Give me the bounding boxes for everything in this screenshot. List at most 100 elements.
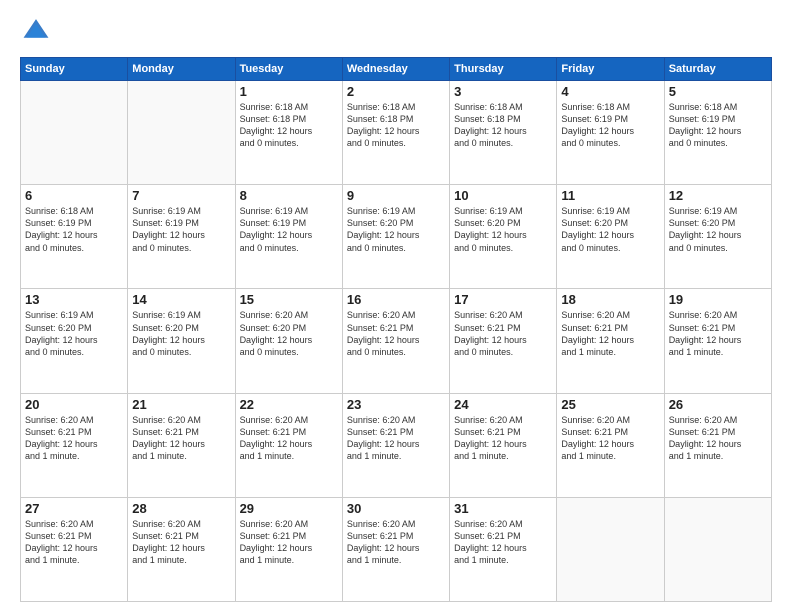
table-row [664,497,771,601]
day-info: Sunrise: 6:20 AM Sunset: 6:21 PM Dayligh… [25,518,123,567]
table-row: 29Sunrise: 6:20 AM Sunset: 6:21 PM Dayli… [235,497,342,601]
day-info: Sunrise: 6:18 AM Sunset: 6:19 PM Dayligh… [561,101,659,150]
day-number: 1 [240,84,338,99]
day-info: Sunrise: 6:18 AM Sunset: 6:19 PM Dayligh… [669,101,767,150]
day-info: Sunrise: 6:18 AM Sunset: 6:18 PM Dayligh… [347,101,445,150]
day-header-friday: Friday [557,58,664,81]
day-info: Sunrise: 6:20 AM Sunset: 6:21 PM Dayligh… [25,414,123,463]
day-info: Sunrise: 6:19 AM Sunset: 6:20 PM Dayligh… [561,205,659,254]
day-info: Sunrise: 6:20 AM Sunset: 6:21 PM Dayligh… [347,518,445,567]
day-number: 3 [454,84,552,99]
table-row [21,81,128,185]
day-number: 31 [454,501,552,516]
table-row: 18 Sunrise: 6:20 AM Sunset: 6:21 PM Dayli… [557,289,664,393]
day-info: Sunrise: 6:18 AM Sunset: 6:18 PM Dayligh… [240,101,338,150]
day-info: Sunrise: 6:20 AM Sunset: 6:21 PM Dayligh… [454,309,552,358]
day-info: Sunrise: 6:20 AM Sunset: 6:21 PM Dayligh… [454,518,552,567]
table-row: 6 Sunrise: 6:18 AM Sunset: 6:19 PM Daylig… [21,185,128,289]
day-header-wednesday: Wednesday [342,58,449,81]
day-number: 16 [347,292,445,307]
table-row: 26 Sunrise: 6:20 AM Sunset: 6:21 PM Dayli… [664,393,771,497]
table-row: 3 Sunrise: 6:18 AM Sunset: 6:18 PM Daylig… [450,81,557,185]
calendar-week-row: 27 Sunrise: 6:20 AM Sunset: 6:21 PM Dayli… [21,497,772,601]
table-row: 12 Sunrise: 6:19 AM Sunset: 6:20 PM Dayli… [664,185,771,289]
day-number: 28 [132,501,230,516]
day-info: Sunrise: 6:19 AM Sunset: 6:20 PM Dayligh… [25,309,123,358]
day-number: 7 [132,188,230,203]
header [20,16,772,49]
day-number: 10 [454,188,552,203]
calendar-table: SundayMondayTuesdayWednesdayThursdayFrid… [20,57,772,602]
table-row: 9 Sunrise: 6:19 AM Sunset: 6:20 PM Daylig… [342,185,449,289]
day-number: 8 [240,188,338,203]
day-number: 23 [347,397,445,412]
day-info: Sunrise: 6:20 AM Sunset: 6:21 PM Dayligh… [561,309,659,358]
table-row: 20 Sunrise: 6:20 AM Sunset: 6:21 PM Dayli… [21,393,128,497]
table-row: 22Sunrise: 6:20 AM Sunset: 6:21 PM Dayli… [235,393,342,497]
day-number: 22 [240,397,338,412]
table-row: 19Sunrise: 6:20 AM Sunset: 6:21 PM Dayli… [664,289,771,393]
day-info: Sunrise: 6:20 AM Sunset: 6:21 PM Dayligh… [132,518,230,567]
day-number: 24 [454,397,552,412]
table-row: 11 Sunrise: 6:19 AM Sunset: 6:20 PM Dayli… [557,185,664,289]
day-number: 15 [240,292,338,307]
day-number: 25 [561,397,659,412]
table-row: 10 Sunrise: 6:19 AM Sunset: 6:20 PM Dayli… [450,185,557,289]
day-header-saturday: Saturday [664,58,771,81]
day-info: Sunrise: 6:20 AM Sunset: 6:21 PM Dayligh… [669,414,767,463]
page: SundayMondayTuesdayWednesdayThursdayFrid… [0,0,792,612]
day-info: Sunrise: 6:19 AM Sunset: 6:19 PM Dayligh… [240,205,338,254]
day-number: 6 [25,188,123,203]
day-info: Sunrise: 6:20 AM Sunset: 6:21 PM Dayligh… [347,414,445,463]
day-info: Sunrise: 6:19 AM Sunset: 6:20 PM Dayligh… [454,205,552,254]
day-info: Sunrise: 6:20 AM Sunset: 6:21 PM Dayligh… [561,414,659,463]
table-row: 27 Sunrise: 6:20 AM Sunset: 6:21 PM Dayli… [21,497,128,601]
day-number: 9 [347,188,445,203]
table-row: 2Sunrise: 6:18 AM Sunset: 6:18 PM Daylig… [342,81,449,185]
day-number: 29 [240,501,338,516]
day-number: 27 [25,501,123,516]
table-row: 8 Sunrise: 6:19 AM Sunset: 6:19 PM Daylig… [235,185,342,289]
calendar-header-row: SundayMondayTuesdayWednesdayThursdayFrid… [21,58,772,81]
day-number: 4 [561,84,659,99]
day-info: Sunrise: 6:19 AM Sunset: 6:20 PM Dayligh… [132,309,230,358]
day-info: Sunrise: 6:19 AM Sunset: 6:20 PM Dayligh… [347,205,445,254]
day-number: 5 [669,84,767,99]
table-row: 14Sunrise: 6:19 AM Sunset: 6:20 PM Dayli… [128,289,235,393]
table-row: 7Sunrise: 6:19 AM Sunset: 6:19 PM Daylig… [128,185,235,289]
table-row: 13Sunrise: 6:19 AM Sunset: 6:20 PM Dayli… [21,289,128,393]
day-info: Sunrise: 6:20 AM Sunset: 6:21 PM Dayligh… [347,309,445,358]
table-row: 4 Sunrise: 6:18 AM Sunset: 6:19 PM Daylig… [557,81,664,185]
day-info: Sunrise: 6:20 AM Sunset: 6:21 PM Dayligh… [454,414,552,463]
table-row [128,81,235,185]
day-number: 11 [561,188,659,203]
day-number: 21 [132,397,230,412]
day-number: 20 [25,397,123,412]
calendar-week-row: 6 Sunrise: 6:18 AM Sunset: 6:19 PM Daylig… [21,185,772,289]
table-row: 28 Sunrise: 6:20 AM Sunset: 6:21 PM Dayli… [128,497,235,601]
table-row: 21Sunrise: 6:20 AM Sunset: 6:21 PM Dayli… [128,393,235,497]
table-row [557,497,664,601]
day-number: 26 [669,397,767,412]
logo-icon [22,16,50,44]
table-row: 15Sunrise: 6:20 AM Sunset: 6:20 PM Dayli… [235,289,342,393]
day-header-monday: Monday [128,58,235,81]
table-row: 25 Sunrise: 6:20 AM Sunset: 6:21 PM Dayli… [557,393,664,497]
table-row: 16 Sunrise: 6:20 AM Sunset: 6:21 PM Dayli… [342,289,449,393]
table-row: 1 Sunrise: 6:18 AM Sunset: 6:18 PM Daylig… [235,81,342,185]
calendar-week-row: 13Sunrise: 6:19 AM Sunset: 6:20 PM Dayli… [21,289,772,393]
day-number: 18 [561,292,659,307]
day-info: Sunrise: 6:18 AM Sunset: 6:18 PM Dayligh… [454,101,552,150]
day-number: 12 [669,188,767,203]
day-number: 30 [347,501,445,516]
day-number: 17 [454,292,552,307]
day-info: Sunrise: 6:18 AM Sunset: 6:19 PM Dayligh… [25,205,123,254]
day-header-sunday: Sunday [21,58,128,81]
day-info: Sunrise: 6:20 AM Sunset: 6:21 PM Dayligh… [669,309,767,358]
table-row: 24 Sunrise: 6:20 AM Sunset: 6:21 PM Dayli… [450,393,557,497]
day-header-thursday: Thursday [450,58,557,81]
table-row: 17 Sunrise: 6:20 AM Sunset: 6:21 PM Dayli… [450,289,557,393]
day-info: Sunrise: 6:19 AM Sunset: 6:20 PM Dayligh… [669,205,767,254]
day-header-tuesday: Tuesday [235,58,342,81]
table-row: 30 Sunrise: 6:20 AM Sunset: 6:21 PM Dayli… [342,497,449,601]
